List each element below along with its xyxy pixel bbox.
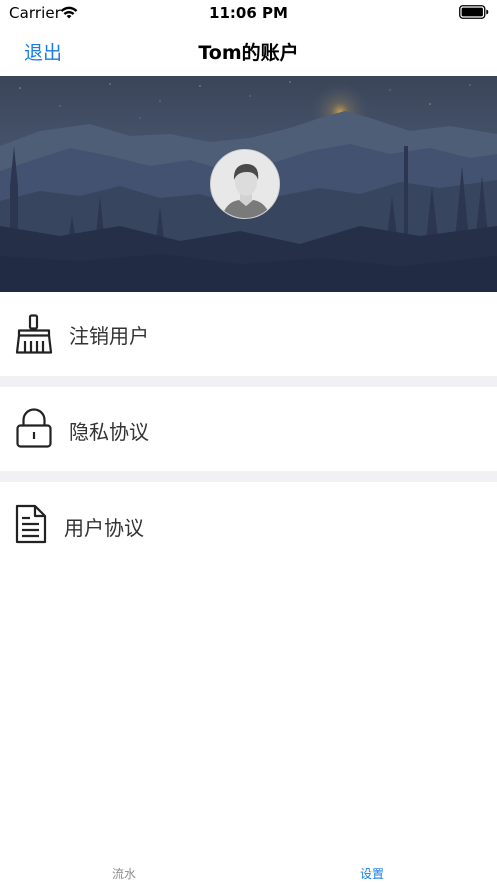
battery-icon — [459, 5, 489, 19]
lock-icon — [16, 408, 52, 448]
broom-icon — [15, 314, 53, 354]
profile-banner — [0, 76, 497, 292]
default-user-avatar-icon — [211, 150, 279, 218]
tab-settings[interactable]: 设置 — [332, 865, 412, 882]
navigation-bar: 退出 Tom的账户 — [0, 26, 497, 76]
list-item-label: 用户协议 — [64, 516, 144, 540]
list-item-privacy-policy[interactable]: 隐私协议 — [0, 387, 497, 471]
list-item-deregister-user[interactable]: 注销用户 — [0, 292, 497, 376]
list-item-label: 注销用户 — [69, 324, 149, 348]
tab-transactions[interactable]: 流水 — [84, 865, 164, 882]
page-title: Tom的账户 — [198, 42, 299, 64]
section-divider — [0, 471, 497, 482]
status-time: 11:06 PM — [209, 4, 288, 22]
section-divider — [0, 376, 497, 387]
tab-bar: 流水 设置 — [0, 849, 497, 883]
user-avatar[interactable] — [210, 149, 280, 219]
document-icon — [15, 504, 47, 544]
list-item-label: 隐私协议 — [69, 420, 149, 444]
list-item-user-agreement[interactable]: 用户协议 — [0, 482, 497, 566]
status-bar: Carrier 11:06 PM — [0, 0, 497, 26]
